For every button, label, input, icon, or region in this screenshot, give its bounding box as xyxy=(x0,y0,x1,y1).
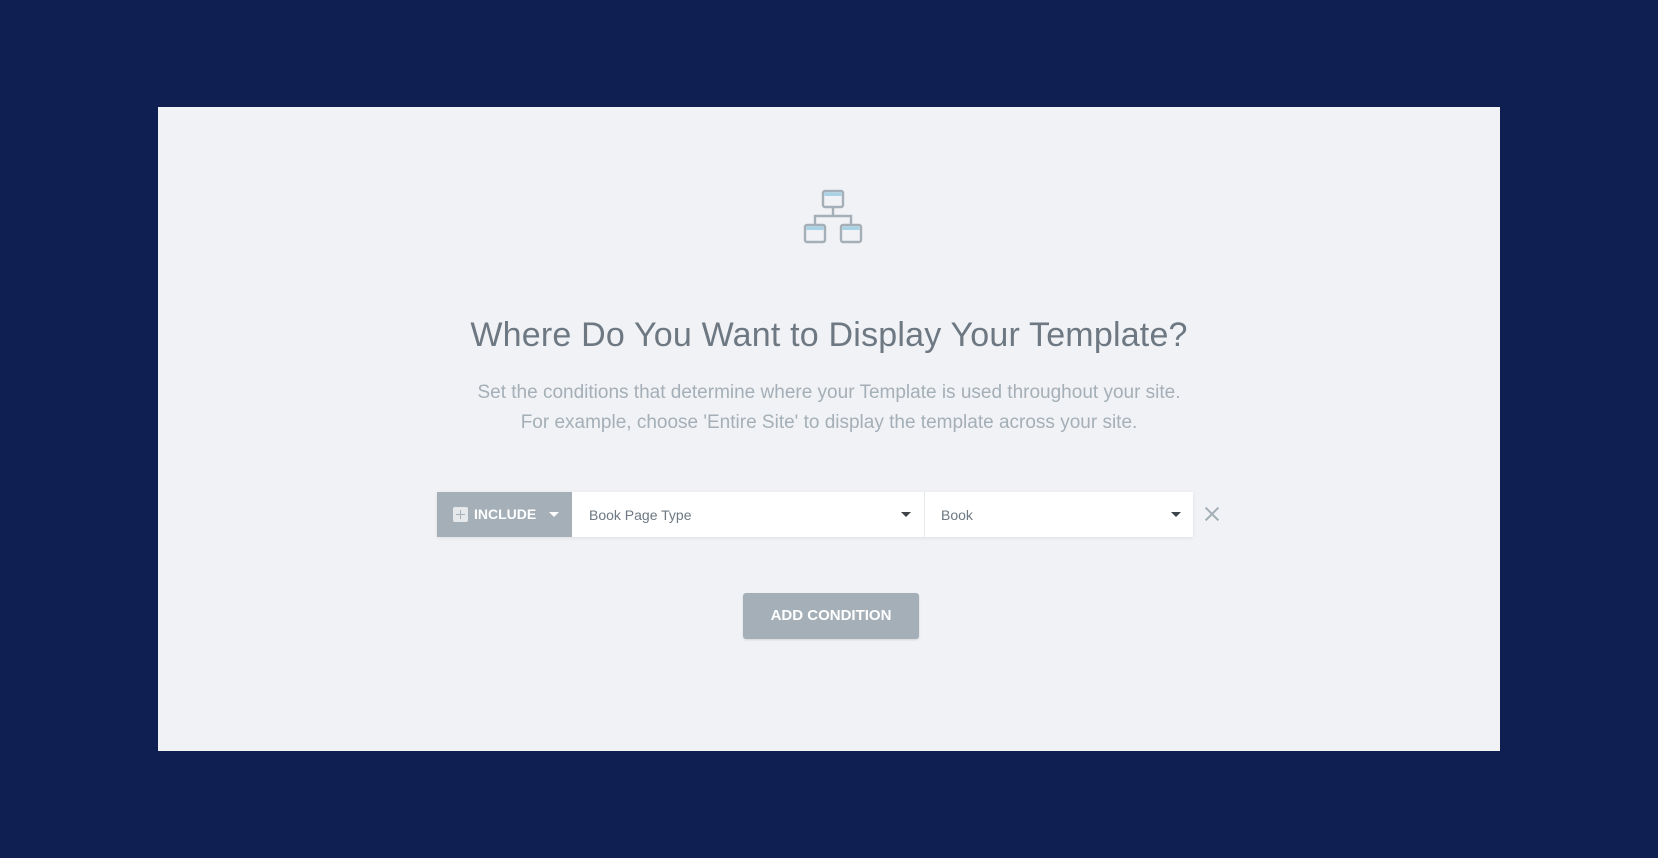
condition-subtype-select[interactable]: Book xyxy=(925,492,1193,537)
condition-row: INCLUDE Book Page Type Book xyxy=(437,492,1193,537)
add-condition-button[interactable]: ADD CONDITION xyxy=(743,593,919,639)
description-line-2: For example, choose 'Entire Site' to dis… xyxy=(520,412,1138,433)
dialog-description: Set the conditions that determine where … xyxy=(158,378,1500,438)
include-label: INCLUDE xyxy=(474,506,537,522)
dialog-title: Where Do You Want to Display Your Templa… xyxy=(470,316,1188,354)
chevron-down-icon xyxy=(1171,512,1181,517)
conditions-panel: Where Do You Want to Display Your Templa… xyxy=(158,107,1500,751)
condition-subtype-value: Book xyxy=(941,507,973,523)
include-exclude-dropdown[interactable]: INCLUDE xyxy=(437,492,572,537)
chevron-down-icon xyxy=(549,512,559,517)
plus-icon xyxy=(453,507,468,522)
site-hierarchy-icon xyxy=(803,189,863,245)
chevron-down-icon xyxy=(901,512,911,517)
description-line-1: Set the conditions that determine where … xyxy=(477,382,1181,403)
condition-type-select[interactable]: Book Page Type xyxy=(572,492,925,537)
condition-type-value: Book Page Type xyxy=(589,507,692,523)
close-icon[interactable] xyxy=(1202,504,1222,524)
